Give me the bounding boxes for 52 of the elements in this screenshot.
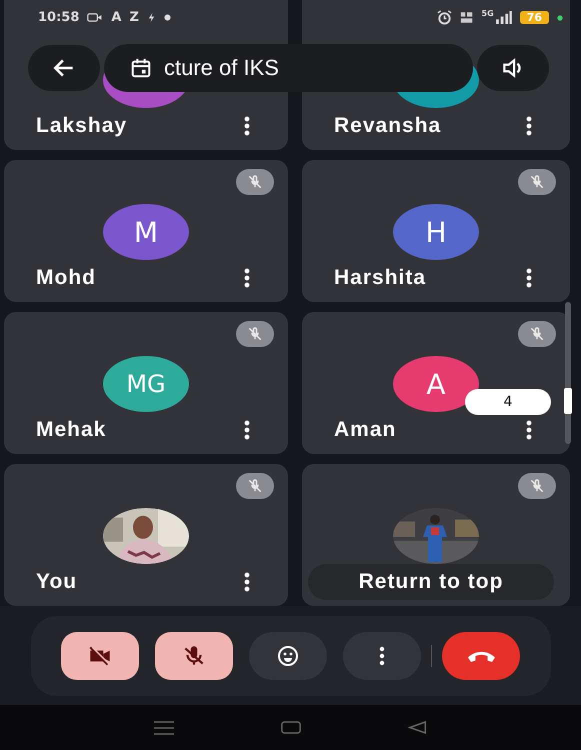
more-vert-icon xyxy=(379,646,385,666)
more-vert-icon xyxy=(244,116,250,136)
dot-icon xyxy=(164,14,171,21)
participant-name: Aman xyxy=(334,418,396,442)
reactions-button[interactable] xyxy=(249,632,327,680)
bolt-icon xyxy=(146,13,156,22)
battery-level: 76 xyxy=(520,11,549,24)
menu-icon[interactable] xyxy=(152,720,176,736)
notification-glyph: Z xyxy=(129,10,139,25)
scroll-track[interactable] xyxy=(565,302,571,444)
more-vert-icon xyxy=(526,116,532,136)
avatar-initials: A xyxy=(426,368,446,400)
mic-off-icon xyxy=(236,169,274,195)
microphone-button[interactable] xyxy=(155,632,233,680)
avatar-initials: MG xyxy=(126,370,166,398)
network-type: 5G xyxy=(482,9,494,18)
more-vert-icon xyxy=(244,572,250,592)
meeting-title-chip[interactable]: cture of IKS xyxy=(104,44,473,92)
back-icon[interactable] xyxy=(406,720,429,735)
notification-glyph: A xyxy=(111,10,122,25)
return-to-top-button[interactable]: Return to top xyxy=(308,564,554,600)
participant-name: Mohd xyxy=(36,266,96,290)
mic-off-icon xyxy=(236,473,274,499)
calendar-icon xyxy=(130,57,152,79)
alarm-icon xyxy=(436,10,452,25)
volte-icon xyxy=(460,11,474,24)
mic-off-icon xyxy=(236,321,274,347)
signal-icon xyxy=(494,11,512,24)
more-vert-icon xyxy=(244,268,250,288)
mic-off-icon xyxy=(518,169,556,195)
hang-up-icon xyxy=(468,650,494,662)
more-vert-icon xyxy=(526,268,532,288)
avatar-initials: M xyxy=(134,216,158,248)
more-vert-icon xyxy=(526,420,532,440)
participant-name: Mehak xyxy=(36,418,106,442)
more-vert-icon xyxy=(244,420,250,440)
avatar-initials: H xyxy=(425,216,447,248)
end-call-button[interactable] xyxy=(442,632,520,680)
home-icon[interactable] xyxy=(280,720,302,735)
participant-name: Lakshay xyxy=(36,114,128,138)
camera-button[interactable] xyxy=(61,632,139,680)
participant-name: Harshita xyxy=(334,266,426,290)
scroll-thumb[interactable] xyxy=(564,388,572,414)
participant-count-bubble: 4 xyxy=(465,389,551,415)
dot-icon xyxy=(557,14,563,20)
smiley-icon xyxy=(276,644,300,668)
status-time: 10:58 xyxy=(38,10,80,25)
mic-off-icon xyxy=(518,321,556,347)
video-icon xyxy=(87,12,104,23)
participant-name: Revansha xyxy=(334,114,442,138)
mic-off-icon xyxy=(518,473,556,499)
participant-name: You xyxy=(36,570,78,594)
